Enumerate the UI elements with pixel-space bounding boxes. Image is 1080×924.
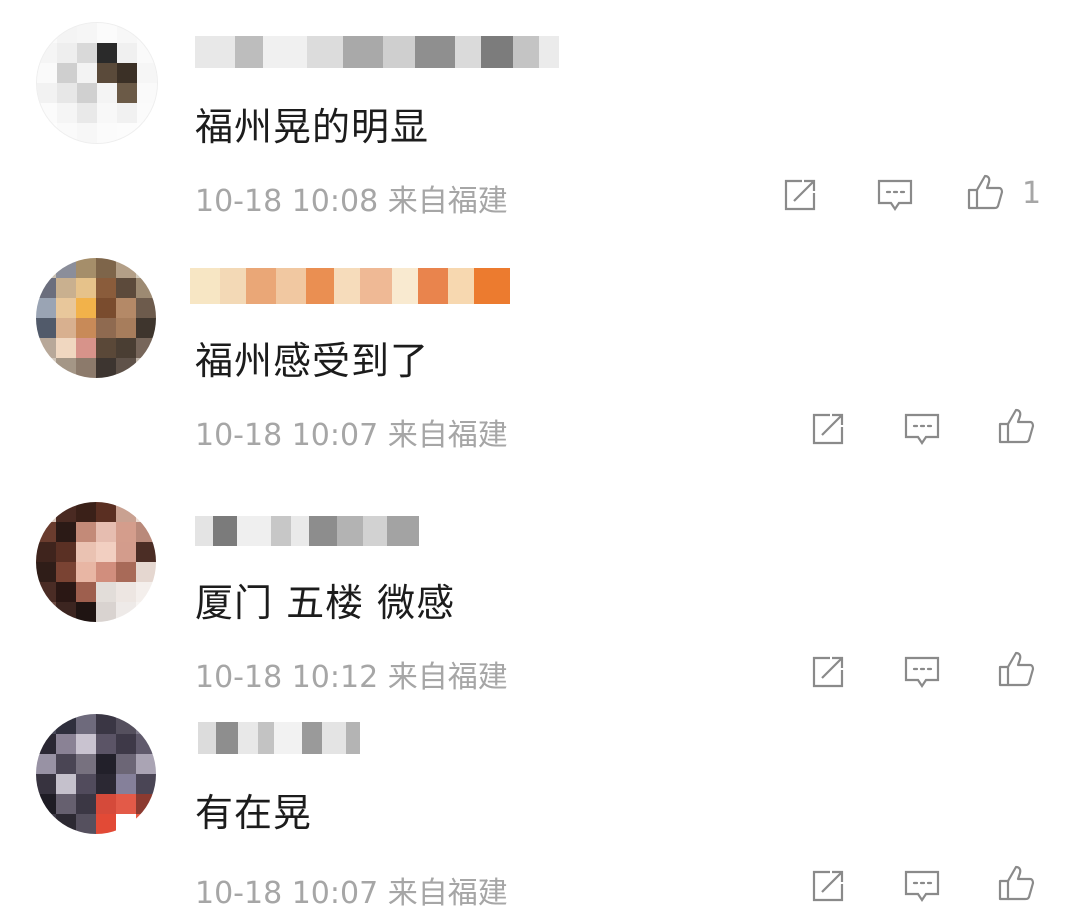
thumbs-up-icon[interactable] xyxy=(996,406,1036,446)
comment-meta: 10-18 10:07 来自福建 xyxy=(195,868,508,912)
comment-text: 有在晃 xyxy=(195,791,313,835)
username-redacted[interactable] xyxy=(190,268,510,304)
comment-icon[interactable] xyxy=(875,175,915,215)
share-icon[interactable] xyxy=(808,866,848,906)
comment-item: 福州晃的明显 10-18 10:08 来自福建 1 xyxy=(0,0,1080,232)
avatar[interactable] xyxy=(36,714,156,834)
comment-item: 厦门 五楼 微感 10-18 10:12 来自福建 xyxy=(0,472,1080,695)
comment-text: 福州感受到了 xyxy=(195,339,430,383)
comment-item: 有在晃 10-18 10:07 来自福建 xyxy=(0,692,1080,924)
comment-source: 来自福建 xyxy=(387,876,508,911)
comment-icon[interactable] xyxy=(902,409,942,449)
thumbs-up-icon[interactable] xyxy=(996,863,1036,903)
comment-time: 10-18 10:12 xyxy=(195,660,379,695)
comment-source: 来自福建 xyxy=(387,418,508,453)
comment-time: 10-18 10:08 xyxy=(195,184,379,219)
username-redacted[interactable] xyxy=(195,36,559,68)
username-redacted[interactable] xyxy=(195,516,419,546)
avatar[interactable] xyxy=(36,502,156,622)
comment-icon[interactable] xyxy=(902,866,942,906)
comment-meta: 10-18 10:07 来自福建 xyxy=(195,410,508,454)
share-icon[interactable] xyxy=(808,652,848,692)
comment-time: 10-18 10:07 xyxy=(195,418,379,453)
comment-time: 10-18 10:07 xyxy=(195,876,379,911)
like-count: 1 xyxy=(1022,176,1042,211)
avatar[interactable] xyxy=(36,258,156,378)
username-redacted[interactable] xyxy=(198,722,360,754)
comment-meta: 10-18 10:12 来自福建 xyxy=(195,652,508,696)
thumbs-up-icon[interactable] xyxy=(996,649,1036,689)
comment-icon[interactable] xyxy=(902,652,942,692)
comment-text: 厦门 五楼 微感 xyxy=(195,581,456,625)
avatar[interactable] xyxy=(36,22,158,144)
comment-meta: 10-18 10:08 来自福建 xyxy=(195,176,508,220)
share-icon[interactable] xyxy=(780,175,820,215)
comment-item: 福州感受到了 10-18 10:07 来自福建 xyxy=(0,232,1080,472)
thumbs-up-icon[interactable] xyxy=(965,172,1005,212)
comment-text: 福州晃的明显 xyxy=(195,105,430,149)
comment-source: 来自福建 xyxy=(387,184,508,219)
comment-source: 来自福建 xyxy=(387,660,508,695)
share-icon[interactable] xyxy=(808,409,848,449)
